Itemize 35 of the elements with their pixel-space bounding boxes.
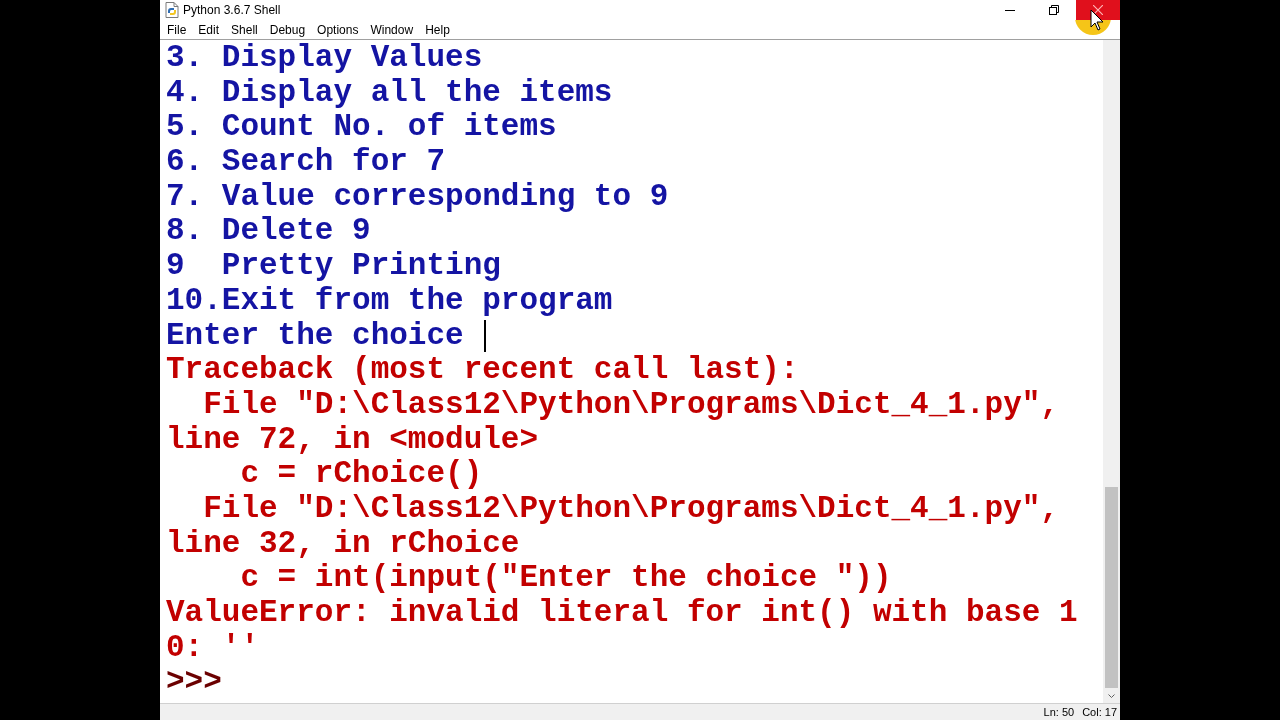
- menu-item[interactable]: Edit: [198, 23, 220, 36]
- traceback-line: line 72, in <module>: [166, 422, 539, 458]
- shell-output-line: 4. Display all the items: [166, 75, 613, 111]
- shell-output-line: 9 Pretty Printing: [166, 249, 501, 284]
- traceback-line: c = int(input("Enter the choice ")): [239, 561, 892, 596]
- traceback-line: Traceback (most recent call last):: [166, 353, 799, 388]
- shell-output-line: 5. Count No. of items: [166, 110, 557, 146]
- close-icon: [1093, 5, 1103, 15]
- shell-output-line: 8. Delete 9: [166, 214, 371, 250]
- shell-prompt: >>>: [166, 665, 222, 701]
- menu-item[interactable]: Options: [317, 23, 359, 36]
- menu-item[interactable]: Help: [425, 23, 450, 36]
- vertical-scrollbar[interactable]: [1103, 40, 1120, 703]
- traceback-line: File "D:\Class12\Python\Programs\Dict_4_1.py",: [202, 387, 1059, 423]
- column-number-status: Col: 17: [1082, 706, 1117, 718]
- window-title: Python 3.6.7 Shell: [183, 4, 281, 16]
- shell-output-line: Enter the choice: [166, 318, 465, 354]
- traceback-line: 0: '': [166, 630, 259, 666]
- shell-output-line: 10.Exit from the program: [166, 283, 613, 319]
- minimize-icon: [1005, 9, 1015, 11]
- traceback-line: File "D:\Class12\Python\Programs\Dict_4_1.py",: [202, 491, 1059, 527]
- shell-output-line: 7. Value corresponding to 9: [166, 179, 669, 215]
- close-button[interactable]: [1076, 0, 1120, 20]
- restore-icon: [1049, 5, 1059, 15]
- menu-item[interactable]: Debug: [269, 23, 306, 36]
- traceback-line: line 32, in rChoice: [166, 526, 520, 562]
- menu-item[interactable]: Window: [370, 23, 414, 36]
- line-number-status: Ln: 50: [1043, 706, 1075, 718]
- menu-item[interactable]: File: [167, 23, 187, 36]
- traceback-line: c = rChoice(): [239, 457, 483, 492]
- menu-item[interactable]: Shell: [231, 23, 258, 36]
- shell-output-line: 3. Display Values: [166, 41, 483, 76]
- shell-output-line: 6. Search for 7: [166, 145, 446, 180]
- traceback-line: ValueError: invalid literal for int() with base 1: [166, 596, 1078, 631]
- scrollbar-thumb[interactable]: [1105, 487, 1118, 688]
